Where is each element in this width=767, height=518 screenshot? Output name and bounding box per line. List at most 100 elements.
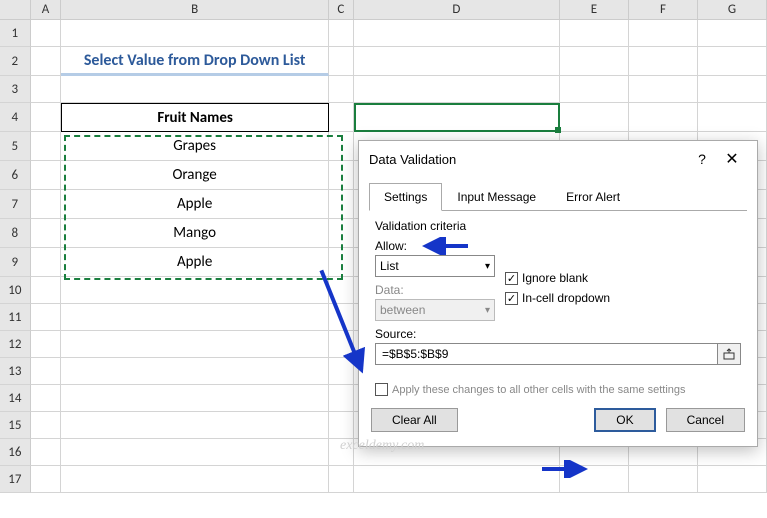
cell[interactable]: [354, 466, 560, 493]
cell[interactable]: [61, 358, 328, 385]
col-header-e[interactable]: E: [560, 0, 629, 19]
cell[interactable]: [61, 385, 328, 412]
row-header[interactable]: 17: [0, 466, 31, 493]
cell[interactable]: [31, 47, 62, 76]
cell[interactable]: [698, 47, 767, 76]
selected-cell[interactable]: [354, 103, 560, 132]
cell[interactable]: [354, 47, 560, 76]
cell[interactable]: [329, 76, 354, 103]
row-header[interactable]: 9: [0, 248, 31, 277]
row-header[interactable]: 6: [0, 161, 31, 190]
cell[interactable]: [329, 304, 354, 331]
cell[interactable]: [354, 76, 560, 103]
cell[interactable]: [31, 412, 62, 439]
cell[interactable]: [31, 277, 62, 304]
cell[interactable]: [329, 103, 354, 132]
cell[interactable]: [31, 358, 62, 385]
col-header-g[interactable]: G: [698, 0, 767, 19]
incell-dropdown-checkbox[interactable]: ✓ In-cell dropdown: [505, 291, 610, 305]
cell[interactable]: [329, 466, 354, 493]
cell[interactable]: [629, 20, 698, 47]
clear-all-button[interactable]: Clear All: [371, 408, 458, 432]
dialog-titlebar[interactable]: Data Validation ? ✕: [359, 141, 757, 177]
cell[interactable]: [354, 20, 560, 47]
cell[interactable]: [560, 20, 629, 47]
tab-input-message[interactable]: Input Message: [442, 183, 551, 211]
cell[interactable]: [629, 47, 698, 76]
row-header[interactable]: 7: [0, 190, 31, 219]
cell[interactable]: [698, 20, 767, 47]
cell[interactable]: [61, 466, 328, 493]
cell[interactable]: [61, 277, 328, 304]
cell[interactable]: [560, 466, 629, 493]
source-input[interactable]: [375, 343, 717, 365]
cell[interactable]: [629, 103, 698, 132]
cell[interactable]: [329, 132, 354, 161]
row-header[interactable]: 11: [0, 304, 31, 331]
cell[interactable]: [698, 103, 767, 132]
cell[interactable]: [31, 219, 62, 248]
cell[interactable]: [560, 103, 629, 132]
cell[interactable]: [698, 466, 767, 493]
data-cell[interactable]: Apple: [61, 248, 328, 277]
cell[interactable]: [560, 47, 629, 76]
cell[interactable]: [698, 76, 767, 103]
cell[interactable]: [329, 190, 354, 219]
ok-button[interactable]: OK: [594, 408, 655, 432]
row-header[interactable]: 14: [0, 385, 31, 412]
cell[interactable]: [31, 20, 62, 47]
cell[interactable]: [329, 358, 354, 385]
close-icon[interactable]: ✕: [717, 149, 747, 169]
cell[interactable]: [560, 76, 629, 103]
select-all-corner[interactable]: [0, 0, 31, 19]
cell[interactable]: [61, 412, 328, 439]
row-header[interactable]: 10: [0, 277, 31, 304]
cell[interactable]: [329, 47, 354, 76]
cell[interactable]: [31, 132, 62, 161]
cell[interactable]: [31, 385, 62, 412]
cell[interactable]: [329, 20, 354, 47]
row-header[interactable]: 15: [0, 412, 31, 439]
tab-settings[interactable]: Settings: [369, 183, 442, 211]
data-cell[interactable]: Orange: [61, 161, 328, 190]
help-icon[interactable]: ?: [687, 151, 717, 167]
data-cell[interactable]: Mango: [61, 219, 328, 248]
cancel-button[interactable]: Cancel: [666, 408, 745, 432]
data-cell[interactable]: Apple: [61, 190, 328, 219]
cell[interactable]: [61, 76, 328, 103]
cell[interactable]: [329, 161, 354, 190]
range-picker-icon[interactable]: [717, 343, 741, 365]
cell[interactable]: [329, 331, 354, 358]
cell[interactable]: [31, 248, 62, 277]
cell[interactable]: [629, 466, 698, 493]
row-header[interactable]: 12: [0, 331, 31, 358]
col-header-a[interactable]: A: [31, 0, 62, 19]
row-header[interactable]: 16: [0, 439, 31, 466]
cell[interactable]: [31, 190, 62, 219]
cell[interactable]: [61, 331, 328, 358]
cell[interactable]: [329, 412, 354, 439]
ignore-blank-checkbox[interactable]: ✓ Ignore blank: [505, 271, 610, 285]
data-cell[interactable]: Grapes: [61, 132, 328, 161]
cell[interactable]: [31, 161, 62, 190]
cell[interactable]: [329, 219, 354, 248]
cell[interactable]: [329, 248, 354, 277]
row-header[interactable]: 3: [0, 76, 31, 103]
col-header-d[interactable]: D: [354, 0, 560, 19]
row-header[interactable]: 5: [0, 132, 31, 161]
tab-error-alert[interactable]: Error Alert: [551, 183, 635, 211]
cell[interactable]: [31, 103, 62, 132]
cell[interactable]: [31, 304, 62, 331]
row-header[interactable]: 8: [0, 219, 31, 248]
table-header[interactable]: Fruit Names: [61, 103, 328, 132]
col-header-f[interactable]: F: [629, 0, 698, 19]
row-header[interactable]: 1: [0, 20, 31, 47]
col-header-b[interactable]: B: [61, 0, 328, 19]
cell[interactable]: [61, 439, 328, 466]
cell[interactable]: [31, 331, 62, 358]
row-header[interactable]: 2: [0, 47, 31, 76]
row-header[interactable]: 13: [0, 358, 31, 385]
cell[interactable]: [329, 385, 354, 412]
title-cell[interactable]: Select Value from Drop Down List: [61, 47, 328, 76]
allow-dropdown[interactable]: List ▾: [375, 255, 495, 277]
